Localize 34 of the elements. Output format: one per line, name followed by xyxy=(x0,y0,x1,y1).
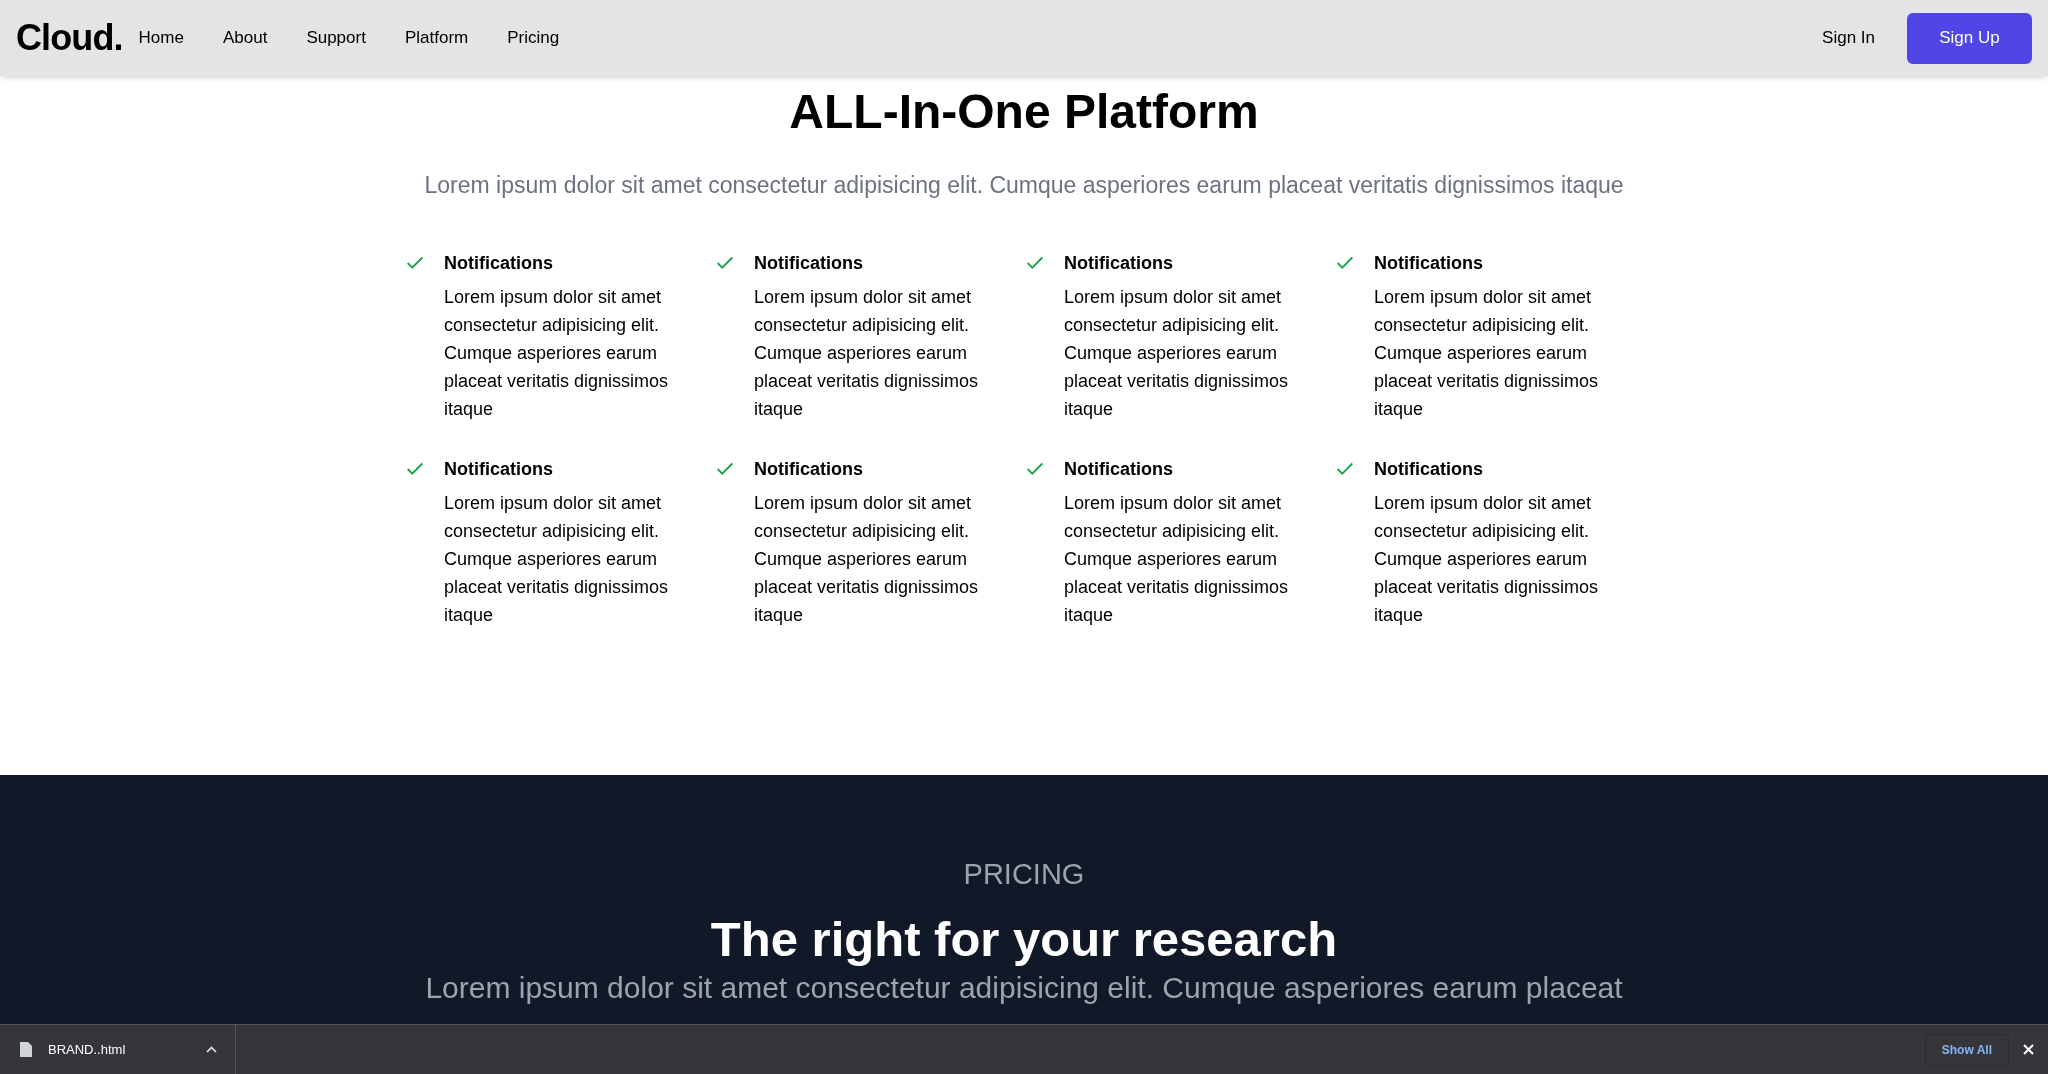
feature-description: Lorem ipsum dolor sit amet consectetur adipisicing elit. Cumque asperiores earum placeat veritatis dignissimos itaque xyxy=(1374,491,1600,627)
sign-up-button[interactable]: Sign Up xyxy=(1907,12,2032,64)
close-icon[interactable] xyxy=(2023,1044,2034,1055)
pricing-subtitle: Lorem ipsum dolor sit amet consectetur adipisicing elit. Cumque asperiores earum placeat xyxy=(425,970,1623,1005)
file-icon xyxy=(20,1042,32,1057)
pricing-eyebrow: PRICING xyxy=(963,857,1085,892)
feature-description: Lorem ipsum dolor sit amet consectetur adipisicing elit. Cumque asperiores earum placeat veritatis dignissimos itaque xyxy=(1064,285,1290,421)
feature-description: Lorem ipsum dolor sit amet consectetur adipisicing elit. Cumque asperiores earum placeat veritatis dignissimos itaque xyxy=(1374,285,1600,421)
section-title: ALL-In-One Platform xyxy=(789,84,1259,140)
feature-title: Notifications xyxy=(444,457,554,481)
feature-title: Notifications xyxy=(1064,457,1174,481)
logo[interactable]: Cloud. xyxy=(16,11,123,65)
feature-title: Notifications xyxy=(444,251,554,275)
feature-title: Notifications xyxy=(754,251,864,275)
feature-description: Lorem ipsum dolor sit amet consectetur adipisicing elit. Cumque asperiores earum placeat veritatis dignissimos itaque xyxy=(444,491,670,627)
feature-description: Lorem ipsum dolor sit amet consectetur adipisicing elit. Cumque asperiores earum placeat veritatis dignissimos itaque xyxy=(754,491,980,627)
show-all-button[interactable]: Show All xyxy=(1924,1033,2009,1066)
nav-link[interactable]: Support xyxy=(306,25,366,51)
pricing-title: The right for your research xyxy=(710,910,1338,968)
feature-description: Lorem ipsum dolor sit amet consectetur adipisicing elit. Cumque asperiores earum placeat veritatis dignissimos itaque xyxy=(754,285,980,421)
nav-link[interactable]: About xyxy=(222,25,268,51)
feature-description: Lorem ipsum dolor sit amet consectetur adipisicing elit. Cumque asperiores earum placeat veritatis dignissimos itaque xyxy=(1064,491,1290,627)
chevron-up-icon[interactable] xyxy=(206,1046,217,1053)
feature-description: Lorem ipsum dolor sit amet consectetur adipisicing elit. Cumque asperiores earum placeat veritatis dignissimos itaque xyxy=(444,285,670,421)
nav-link[interactable]: Platform xyxy=(404,25,469,51)
feature-title: Notifications xyxy=(754,457,864,481)
sign-in-link[interactable]: Sign In xyxy=(1822,25,1875,51)
feature-title: Notifications xyxy=(1374,457,1484,481)
section-subtitle: Lorem ipsum dolor sit amet consectetur adipisicing elit. Cumque asperiores earum placeat veritatis dignissimos itaque xyxy=(424,171,1624,200)
download-file-name[interactable]: BRAND..html xyxy=(48,1039,126,1060)
feature-title: Notifications xyxy=(1064,251,1174,275)
nav-link[interactable]: Home xyxy=(138,25,184,51)
feature-title: Notifications xyxy=(1374,251,1484,275)
nav-link[interactable]: Pricing xyxy=(507,25,560,51)
